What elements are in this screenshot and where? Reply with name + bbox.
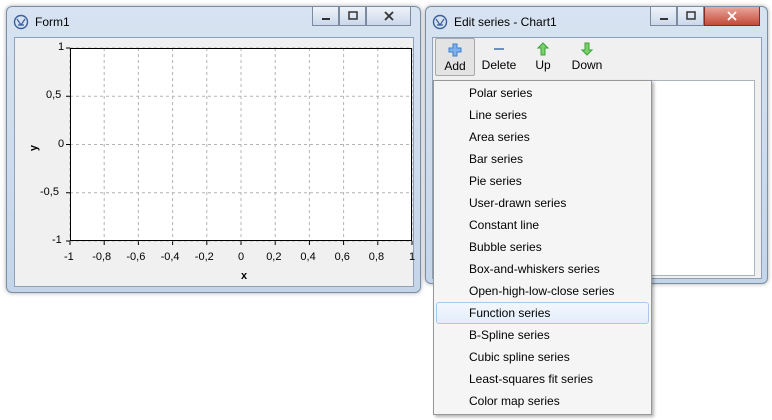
close-button[interactable] [704, 7, 760, 26]
menu-item-pie-series[interactable]: Pie series [436, 170, 649, 192]
menu-item-bubble-series[interactable]: Bubble series [436, 236, 649, 258]
menu-item-bar-series[interactable]: Bar series [436, 148, 649, 170]
x-tick-label: 0,2 [266, 251, 282, 263]
y-tick-label: -0,5 [40, 185, 59, 198]
maximize-icon [685, 11, 696, 20]
y-axis-title: y [28, 144, 41, 152]
x-tick-label: 0,8 [368, 251, 385, 263]
close-icon [383, 11, 394, 21]
app-icon [13, 14, 29, 30]
menu-item-user-drawn-series[interactable]: User-drawn series [436, 192, 649, 214]
edit-series-titlebar[interactable]: Edit series - Chart1 [426, 7, 767, 37]
y-tick-label: 0 [58, 137, 65, 150]
menu-item-color-map-series[interactable]: Color map series [436, 390, 649, 412]
add-series-menu: Polar series Line series Area series Bar se… [433, 80, 652, 415]
maximize-icon [347, 11, 358, 20]
add-label: Add [444, 59, 466, 73]
menu-item-b-spline-series[interactable]: B-Spline series [436, 324, 649, 346]
minus-icon [494, 48, 504, 50]
x-tick-label: -0,6 [126, 251, 146, 263]
menu-item-box-and-whiskers-series[interactable]: Box-and-whiskers series [436, 258, 649, 280]
x-tick-label: 0,6 [334, 251, 350, 263]
down-label: Down [571, 58, 603, 72]
menu-item-function-series[interactable]: Function series [436, 302, 649, 324]
close-icon [727, 11, 737, 21]
y-tick-label: -1 [52, 234, 62, 246]
menu-item-polar-series[interactable]: Polar series [436, 82, 649, 104]
form1-title: Form1 [35, 15, 70, 29]
x-tick-label: -0,4 [160, 251, 180, 263]
close-button[interactable] [366, 7, 411, 26]
arrow-up-icon [536, 42, 550, 56]
x-tick-label: 0 [238, 251, 245, 263]
minimize-button[interactable] [650, 7, 677, 26]
minimize-icon [659, 18, 668, 20]
edit-series-title: Edit series - Chart1 [454, 15, 557, 29]
x-tick-label: -1 [64, 251, 74, 263]
form1-titlebar[interactable]: Form1 [7, 7, 420, 37]
form1-client: -1 -0,8 -0,6 -0,4 -0,2 0 0,2 0,4 0,6 0,8 1 1 0,5 0 -0,… [14, 37, 416, 287]
form1-window: Form1 -1 -0,8 -0,6 -0,4 -0,2 0 0,2 0,4 0,6 0,8 1 1 0… [6, 6, 421, 293]
up-label: Up [535, 58, 551, 72]
plus-icon [448, 43, 462, 57]
menu-item-line-series[interactable]: Line series [436, 104, 649, 126]
arrow-down-icon [580, 42, 594, 56]
up-button[interactable]: Up [525, 38, 561, 76]
x-axis-title: x [241, 270, 248, 282]
x-tick-label: 1 [409, 251, 416, 263]
minimize-button[interactable] [312, 7, 339, 26]
app-icon [432, 14, 448, 30]
maximize-button[interactable] [339, 7, 366, 26]
menu-item-area-series[interactable]: Area series [436, 126, 649, 148]
x-tick-label: -0,8 [92, 251, 112, 263]
chart-plot[interactable] [15, 38, 413, 286]
menu-item-cubic-spline-series[interactable]: Cubic spline series [436, 346, 649, 368]
y-tick-label: 0,5 [46, 89, 62, 102]
delete-button[interactable]: Delete [479, 38, 519, 76]
x-tick-label: -0,2 [194, 251, 214, 263]
menu-item-least-squares-fit-series[interactable]: Least-squares fit series [436, 368, 649, 390]
menu-item-constant-line[interactable]: Constant line [436, 214, 649, 236]
down-button[interactable]: Down [567, 38, 607, 76]
add-button[interactable]: Add [435, 38, 475, 76]
x-tick-label: 0,4 [300, 251, 316, 263]
y-tick-label: 1 [58, 41, 65, 53]
maximize-button[interactable] [677, 7, 704, 26]
minimize-icon [321, 18, 330, 20]
delete-label: Delete [481, 58, 517, 72]
menu-item-open-high-low-close-series[interactable]: Open-high-low-close series [436, 280, 649, 302]
